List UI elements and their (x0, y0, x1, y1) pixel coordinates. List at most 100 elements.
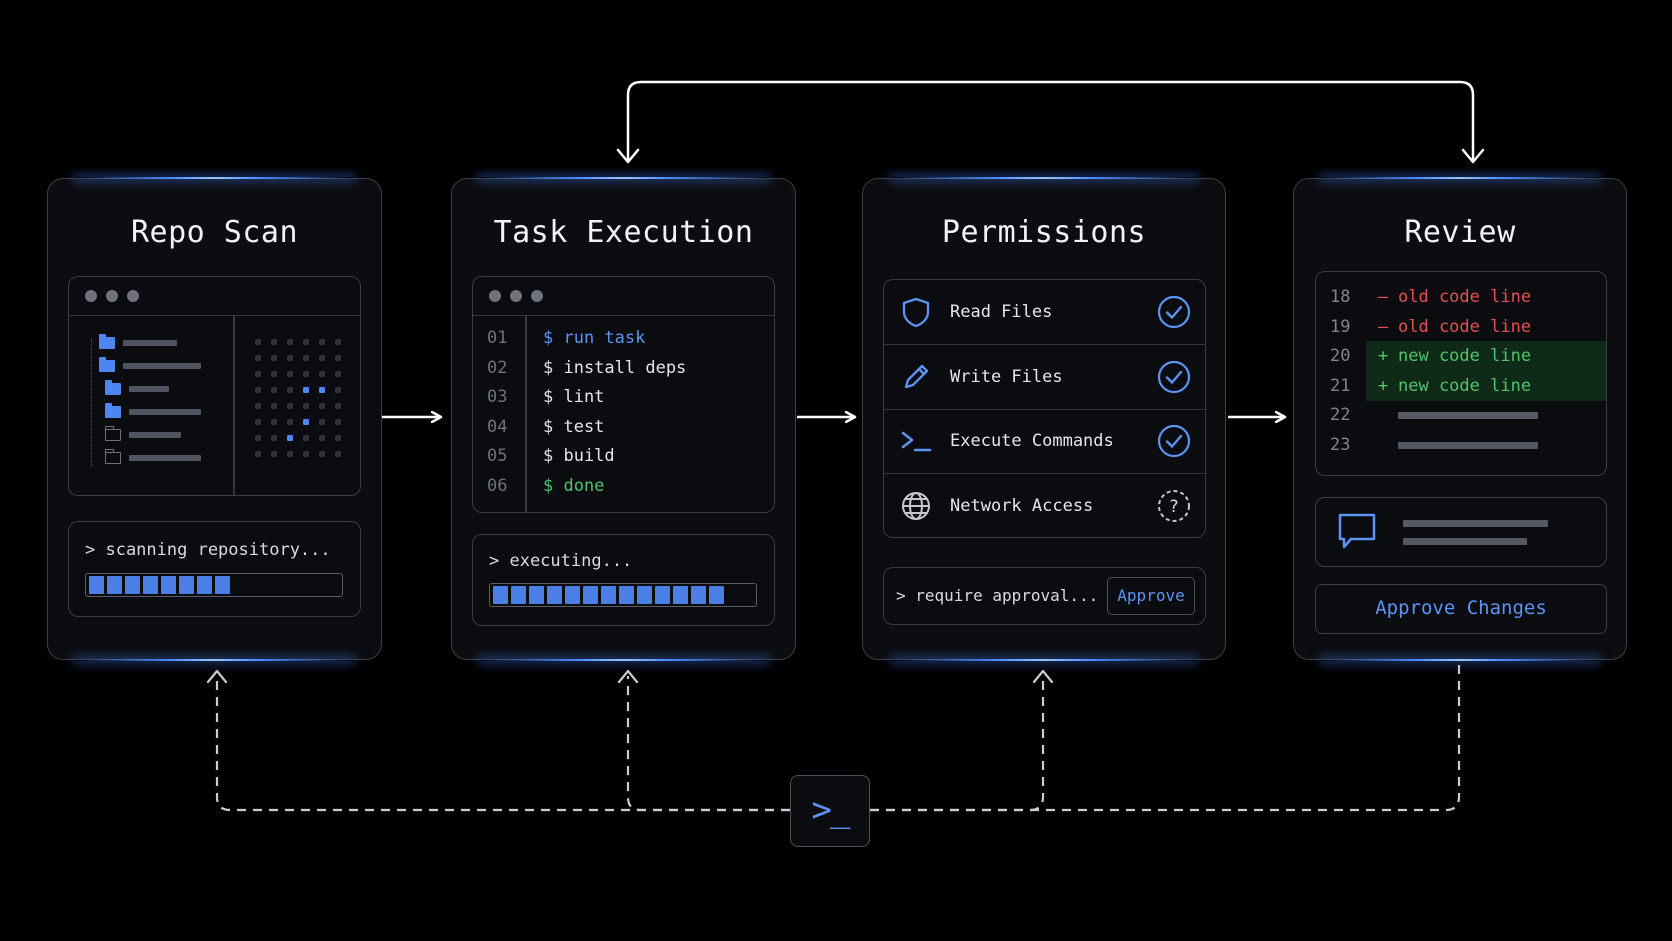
permission-row[interactable]: Read Files (884, 280, 1205, 345)
progress-segment (511, 586, 526, 604)
command-text: $ build (543, 446, 615, 466)
grid-dot (287, 387, 293, 393)
progress-segment (89, 576, 104, 594)
grid-dot (271, 435, 277, 441)
comment-box[interactable] (1315, 497, 1607, 567)
check-circle-icon[interactable] (1157, 360, 1191, 394)
folder-outline-icon (104, 449, 121, 464)
window-dot-icon[interactable] (106, 290, 118, 302)
window-titlebar (69, 277, 360, 316)
grid-dot (287, 355, 293, 361)
line-number: 02 (487, 357, 508, 378)
grid-dot (255, 371, 261, 377)
comment-placeholder-line (1403, 520, 1548, 527)
tree-item[interactable] (105, 403, 201, 420)
command-text: $ run task (543, 328, 646, 348)
grid-dot (271, 419, 277, 425)
progress-segment (493, 586, 508, 604)
window-dot-icon[interactable] (510, 290, 522, 302)
progress-segment (143, 576, 158, 594)
folder-icon (99, 334, 115, 349)
line-number: 19 (1330, 316, 1351, 337)
grid-dot (271, 387, 277, 393)
panel-review: Review 18 – old code line 19 – old code line 2… (1293, 177, 1627, 661)
progress-segment (691, 586, 706, 604)
command-text: $ done (543, 475, 605, 496)
window-dot-icon[interactable] (85, 290, 97, 302)
panel-title: Review (1404, 215, 1516, 250)
command-line: 05 $ build (473, 442, 774, 470)
placeholder-line (1398, 412, 1538, 419)
grid-dot (255, 451, 261, 457)
approve-button[interactable]: Approve (1107, 577, 1195, 615)
window-dot-icon[interactable] (489, 290, 501, 302)
check-circle-icon[interactable] (1157, 295, 1191, 329)
permission-list: Read Files Write Files Execute Commands Net… (883, 279, 1206, 538)
question-circle-icon[interactable]: ? (1157, 489, 1191, 523)
grid-dot (335, 371, 341, 377)
tree-guide (91, 339, 93, 467)
progress-segment (637, 586, 652, 604)
diff-marker: – (1378, 316, 1389, 337)
grid-dot (255, 419, 261, 425)
grid-dot (303, 451, 309, 457)
permission-label: Read Files (950, 302, 1053, 322)
permission-row[interactable]: Network Access? (884, 474, 1205, 538)
folder-icon (99, 357, 115, 372)
pencil-icon (904, 364, 929, 388)
grid-dot (303, 419, 309, 425)
grid-dot (271, 451, 277, 457)
diff-line: 18 – old code line (1316, 282, 1606, 312)
command-line: 01 $ run task (473, 324, 774, 352)
diff-text: new code line (1398, 375, 1532, 396)
check-circle-icon[interactable] (1157, 424, 1191, 458)
tree-item[interactable] (105, 380, 169, 397)
progress-segment (161, 576, 176, 594)
grid-dot (319, 451, 325, 457)
chat-bubble-icon (1338, 513, 1376, 549)
feedback-loop-arrow (626, 80, 1475, 160)
grid-dot (303, 387, 309, 393)
grid-dot (271, 403, 277, 409)
grid-dot (287, 403, 293, 409)
permission-row[interactable]: Write Files (884, 345, 1205, 410)
tree-item[interactable] (99, 334, 177, 351)
progress-segment (107, 576, 122, 594)
tree-item[interactable] (104, 426, 181, 443)
diff-line: 19 – old code line (1316, 312, 1606, 342)
comment-placeholder-line (1403, 538, 1527, 545)
placeholder-line (1398, 441, 1538, 449)
scan-progress-bar (85, 573, 343, 597)
progress-segment (709, 586, 724, 604)
approve-changes-button[interactable]: Approve Changes (1315, 584, 1607, 634)
diff-text: old code line (1398, 287, 1532, 307)
diff-marker: + (1378, 346, 1389, 366)
grid-dot (303, 403, 309, 409)
window-dot-icon[interactable] (531, 290, 543, 302)
execution-status-text: > executing... (489, 551, 633, 571)
progress-segment (619, 586, 634, 604)
diff-line: 21 + new code line (1316, 370, 1606, 401)
progress-segment (673, 586, 688, 604)
grid-dot (255, 339, 261, 345)
tree-item[interactable] (99, 357, 201, 374)
tree-item[interactable] (104, 449, 201, 466)
grid-dot (255, 435, 261, 441)
grid-dot (287, 451, 293, 457)
panel-title: Repo Scan (130, 215, 299, 250)
window-dot-icon[interactable] (127, 290, 139, 302)
diff-marker: – (1378, 287, 1389, 307)
terminal-hub-icon[interactable]: >_ (790, 775, 870, 847)
file-browser-window (68, 276, 361, 496)
grid-dot (319, 419, 325, 425)
permission-row[interactable]: Execute Commands (884, 409, 1205, 474)
approval-box: > require approval... Approve (883, 567, 1206, 625)
panel-title: Task Execution (493, 215, 754, 250)
line-number: 21 (1330, 375, 1351, 396)
diff-text: new code line (1398, 346, 1532, 366)
command-line: 03 $ lint (473, 383, 774, 411)
line-number: 22 (1330, 405, 1351, 425)
grid-dot (319, 339, 325, 345)
grid-dot (287, 339, 293, 345)
grid-dot (319, 355, 325, 361)
